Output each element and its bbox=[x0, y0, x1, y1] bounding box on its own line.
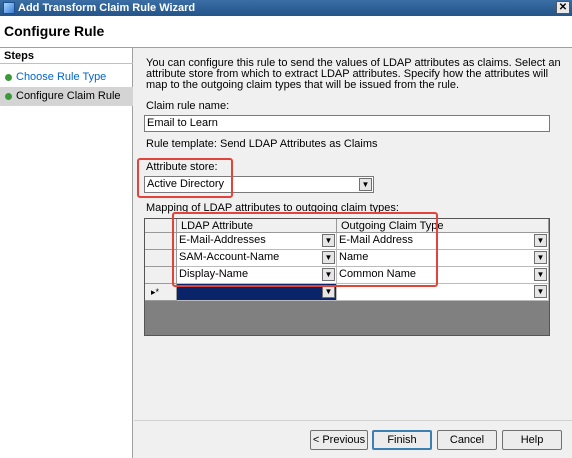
chevron-down-icon[interactable]: ▼ bbox=[534, 251, 547, 264]
step-configure-claim-rule[interactable]: Configure Claim Rule bbox=[0, 87, 133, 106]
step-current-icon bbox=[5, 93, 12, 100]
title-bar: Add Transform Claim Rule Wizard ✕ bbox=[0, 0, 572, 16]
steps-title: Steps bbox=[0, 48, 133, 64]
steps-pane: Steps Choose Rule Type Configure Claim R… bbox=[0, 48, 133, 458]
step-label: Choose Rule Type bbox=[16, 71, 107, 83]
highlight-attribute-store bbox=[137, 158, 233, 198]
close-button[interactable]: ✕ bbox=[556, 1, 570, 14]
wizard-app-icon bbox=[3, 2, 15, 14]
description-text: You can configure this rule to send the … bbox=[146, 57, 561, 91]
page-title: Configure Rule bbox=[4, 23, 105, 39]
window-title: Add Transform Claim Rule Wizard bbox=[18, 2, 196, 14]
step-choose-rule-type[interactable]: Choose Rule Type bbox=[0, 68, 133, 87]
content-pane: You can configure this rule to send the … bbox=[134, 48, 572, 458]
chevron-down-icon[interactable]: ▼ bbox=[534, 285, 547, 298]
highlight-mapping-grid bbox=[172, 212, 438, 287]
page-header: Configure Rule bbox=[0, 16, 572, 48]
step-label: Configure Claim Rule bbox=[16, 90, 121, 102]
chevron-down-icon[interactable]: ▼ bbox=[534, 234, 547, 247]
claim-rule-name-label: Claim rule name: bbox=[146, 100, 230, 112]
footer-divider bbox=[134, 420, 572, 421]
rule-template-text: Rule template: Send LDAP Attributes as C… bbox=[146, 138, 378, 150]
claim-rule-name-input[interactable]: Email to Learn bbox=[144, 115, 550, 132]
previous-button[interactable]: < Previous bbox=[310, 430, 368, 450]
chevron-down-icon[interactable]: ▼ bbox=[534, 268, 547, 281]
new-row-header[interactable]: ▸* bbox=[145, 284, 177, 301]
cancel-button[interactable]: Cancel bbox=[437, 430, 497, 450]
step-complete-icon bbox=[5, 74, 12, 81]
help-button[interactable]: Help bbox=[502, 430, 562, 450]
finish-button[interactable]: Finish bbox=[372, 430, 432, 450]
chevron-down-icon[interactable]: ▼ bbox=[359, 178, 372, 191]
